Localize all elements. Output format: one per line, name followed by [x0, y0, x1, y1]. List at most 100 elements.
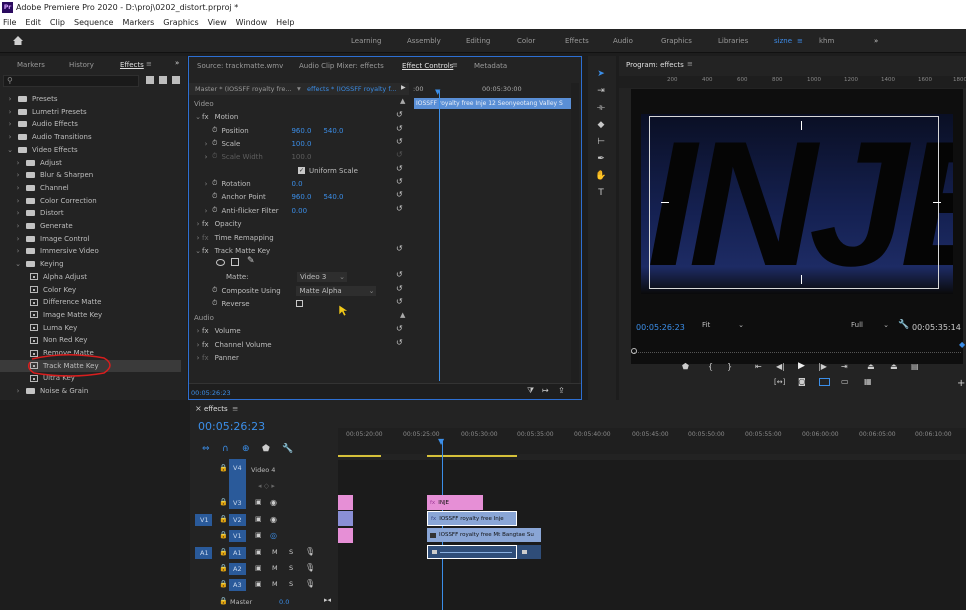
hand-tool-icon[interactable]: ✋: [595, 171, 607, 183]
workspace-libraries[interactable]: Libraries: [718, 37, 748, 45]
clip-v3-inje[interactable]: fx INJE: [427, 495, 483, 510]
menu-graphics[interactable]: Graphics: [163, 18, 198, 27]
anchor-reset-icon[interactable]: ↺: [396, 190, 403, 199]
effects-folder[interactable]: › Audio Transitions: [0, 131, 185, 143]
transform-handle-bottom[interactable]: [801, 275, 802, 284]
master-end-icon[interactable]: ▸◂: [324, 596, 331, 604]
panel-overflow-icon[interactable]: »: [175, 59, 179, 67]
snap-icon[interactable]: ∩: [222, 444, 229, 454]
play-icon[interactable]: ▶: [798, 361, 805, 371]
motion-chevron-icon[interactable]: ⌄: [194, 113, 202, 121]
workspace-khm[interactable]: khm: [819, 37, 834, 45]
sync-lock-icon[interactable]: ▣: [255, 548, 262, 556]
track-a3-label[interactable]: A3: [233, 581, 242, 589]
tab-history[interactable]: History: [69, 61, 94, 69]
ec-export-icon[interactable]: ⇪: [558, 386, 565, 395]
volume-row[interactable]: › fx Volume: [190, 324, 410, 337]
chevron-down-icon[interactable]: ⌄: [6, 146, 14, 154]
transform-handle-left[interactable]: [661, 202, 669, 203]
workspace-graphics[interactable]: Graphics: [661, 37, 692, 45]
clip-v3-left[interactable]: [338, 495, 353, 510]
rotation-value[interactable]: 0.0: [291, 180, 302, 188]
ec-clip-bar[interactable]: IOSSFF royalty free Inje 12 Seonyeotang …: [414, 98, 571, 109]
menu-markers[interactable]: Markers: [122, 18, 154, 27]
nest-icon[interactable]: ⇔: [202, 444, 210, 454]
effects-folder[interactable]: › Adjust: [0, 157, 185, 169]
stopwatch-icon[interactable]: ⏱: [212, 139, 217, 148]
program-scrub-bar[interactable]: [631, 343, 961, 353]
quality-select[interactable]: Full ⌄: [851, 321, 889, 331]
track-matte-chevron-icon[interactable]: ⌄: [194, 247, 202, 255]
uniform-scale-reset-icon[interactable]: ↺: [396, 164, 403, 173]
sync-lock-icon[interactable]: ▣: [255, 564, 262, 572]
fx-icon[interactable]: fx: [202, 113, 209, 121]
stopwatch-icon[interactable]: ⏱: [212, 299, 217, 308]
workspace-sizne[interactable]: sizne: [774, 37, 792, 45]
sequence-clip-label[interactable]: effects * (IOSSFF royalty f...: [307, 85, 396, 93]
master-clip-selector[interactable]: Master * (IOSSFF royalty fre...: [195, 85, 292, 93]
master-dropdown-icon[interactable]: ▾: [297, 84, 301, 93]
add-marker-icon[interactable]: ⬟: [682, 362, 689, 371]
ec-playhead-handle-icon[interactable]: ▼: [435, 88, 440, 96]
stopwatch-icon[interactable]: ⏱: [212, 126, 217, 135]
tab-markers[interactable]: Markers: [17, 61, 45, 69]
mark-in-icon[interactable]: {: [708, 362, 713, 371]
effects-search-input[interactable]: ⚲: [3, 75, 139, 87]
anchor-x-value[interactable]: 960.0: [291, 193, 323, 201]
workspace-assembly[interactable]: Assembly: [407, 37, 441, 45]
lock-icon[interactable]: 🔒: [219, 580, 228, 588]
workspace-effects[interactable]: Effects: [565, 37, 589, 45]
chevron-right-icon[interactable]: ›: [6, 120, 14, 128]
trim-monitor-icon[interactable]: [↔]: [774, 378, 785, 386]
transform-handle-right[interactable]: [933, 202, 941, 203]
effects-item[interactable]: Non Red Key: [0, 334, 185, 346]
program-playhead-icon[interactable]: ◆: [959, 340, 965, 349]
chevron-right-icon[interactable]: ›: [6, 133, 14, 141]
menu-view[interactable]: View: [208, 18, 227, 27]
new-bin-icon[interactable]: [146, 76, 154, 84]
microphone-icon[interactable]: 🎙: [305, 547, 315, 556]
fx-icon[interactable]: fx: [202, 247, 209, 255]
workspace-editing[interactable]: Editing: [466, 37, 490, 45]
scale-chevron-icon[interactable]: ›: [202, 140, 210, 148]
pen-tool-icon[interactable]: ✒: [595, 154, 607, 166]
antiflicker-reset-icon[interactable]: ↺: [396, 204, 403, 213]
step-forward-icon[interactable]: |▶: [818, 362, 827, 371]
ec-current-time[interactable]: 00:05:26:23: [191, 389, 231, 397]
reverse-reset-icon[interactable]: ↺: [396, 297, 403, 306]
ec-playhead[interactable]: [439, 91, 440, 381]
program-menu-icon[interactable]: ≡: [687, 60, 693, 68]
fx-icon[interactable]: fx: [202, 341, 209, 349]
matte-select[interactable]: Video 3 ⌄: [297, 271, 347, 282]
effects-item[interactable]: Color Key: [0, 284, 185, 296]
track-v1-label[interactable]: V1: [233, 532, 242, 540]
slip-tool-icon[interactable]: ⊢: [595, 137, 607, 149]
chevron-right-icon[interactable]: ›: [6, 108, 14, 116]
effects-folder[interactable]: › Distort: [0, 207, 185, 219]
scale-value[interactable]: 100.0: [291, 140, 311, 148]
solo-icon[interactable]: S: [289, 548, 293, 556]
uniform-scale-checkbox[interactable]: ✓: [298, 167, 305, 174]
anchor-y-value[interactable]: 540.0: [323, 193, 343, 201]
effects-folder[interactable]: › Noise & Grain: [0, 385, 185, 397]
reverse-checkbox[interactable]: [296, 300, 304, 307]
eye-icon[interactable]: ◉: [270, 515, 277, 524]
accelerated-effects-icon[interactable]: [159, 76, 167, 84]
timeline-playhead-handle-icon[interactable]: ▼: [438, 437, 444, 446]
time-remap-chevron-icon[interactable]: ›: [194, 234, 202, 242]
mute-icon[interactable]: M: [272, 548, 278, 556]
ripple-edit-tool-icon[interactable]: ⟛: [595, 103, 607, 115]
rotation-chevron-icon[interactable]: ›: [202, 180, 210, 188]
extract-icon[interactable]: ⏏: [890, 362, 898, 371]
linked-selection-icon[interactable]: ⊕: [242, 444, 250, 454]
chevron-right-icon[interactable]: ›: [14, 159, 22, 167]
export-frame-icon[interactable]: ▤: [911, 362, 919, 371]
chevron-down-icon[interactable]: ⌄: [14, 260, 22, 268]
fx-icon[interactable]: fx: [202, 220, 209, 228]
transform-bounding-box[interactable]: [649, 116, 939, 289]
type-tool-icon[interactable]: T: [595, 188, 607, 200]
timeline-close-icon[interactable]: ×: [195, 404, 202, 413]
ec-filter-icon[interactable]: ⧩: [527, 386, 534, 396]
ellipse-mask-icon[interactable]: [216, 259, 225, 266]
track-a1-label[interactable]: A1: [233, 549, 242, 557]
